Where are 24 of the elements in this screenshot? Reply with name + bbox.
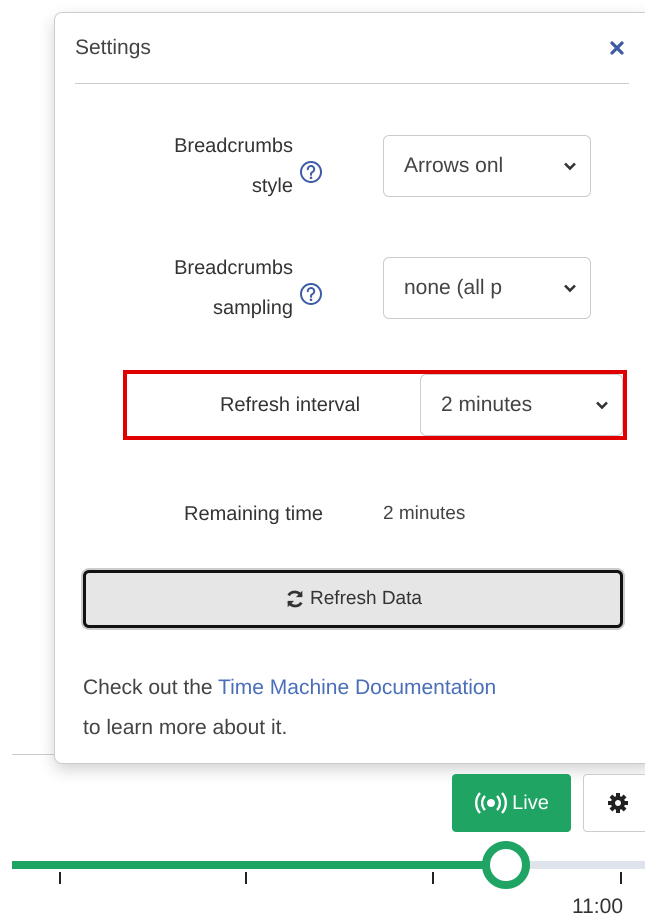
refresh-button[interactable]: Refresh Data xyxy=(83,570,623,628)
setting-value: 2 minutes xyxy=(383,503,466,525)
dropdown[interactable]: Arrows onl xyxy=(383,135,591,197)
broadcast-icon xyxy=(474,791,508,815)
gear-icon xyxy=(606,791,630,815)
help-icon[interactable] xyxy=(299,282,323,306)
setting-label: Remaining time xyxy=(184,502,323,527)
tick-mark xyxy=(432,872,434,884)
tick-mark xyxy=(245,872,247,884)
dropdown[interactable]: 2 minutes xyxy=(420,374,623,436)
timeline-slider[interactable] xyxy=(12,841,645,889)
setting-label: Breadcrumbs style xyxy=(173,134,293,199)
settings-button[interactable] xyxy=(583,774,645,832)
tick-mark xyxy=(59,872,61,884)
dropdown[interactable]: none (all p xyxy=(383,257,591,319)
tick-mark xyxy=(620,872,622,884)
help-icon[interactable] xyxy=(299,160,323,184)
setting-label: Breadcrumbs sampling xyxy=(173,256,293,321)
help-text: Check out the Time Machine Documentation to learn more about it. xyxy=(83,675,498,741)
documentation-link[interactable]: Time Machine Documentation xyxy=(218,676,496,699)
panel-title: Settings xyxy=(75,36,151,60)
time-label: 11:00 xyxy=(572,895,623,918)
close-icon[interactable] xyxy=(609,40,625,56)
setting-label: Refresh interval xyxy=(220,393,360,418)
